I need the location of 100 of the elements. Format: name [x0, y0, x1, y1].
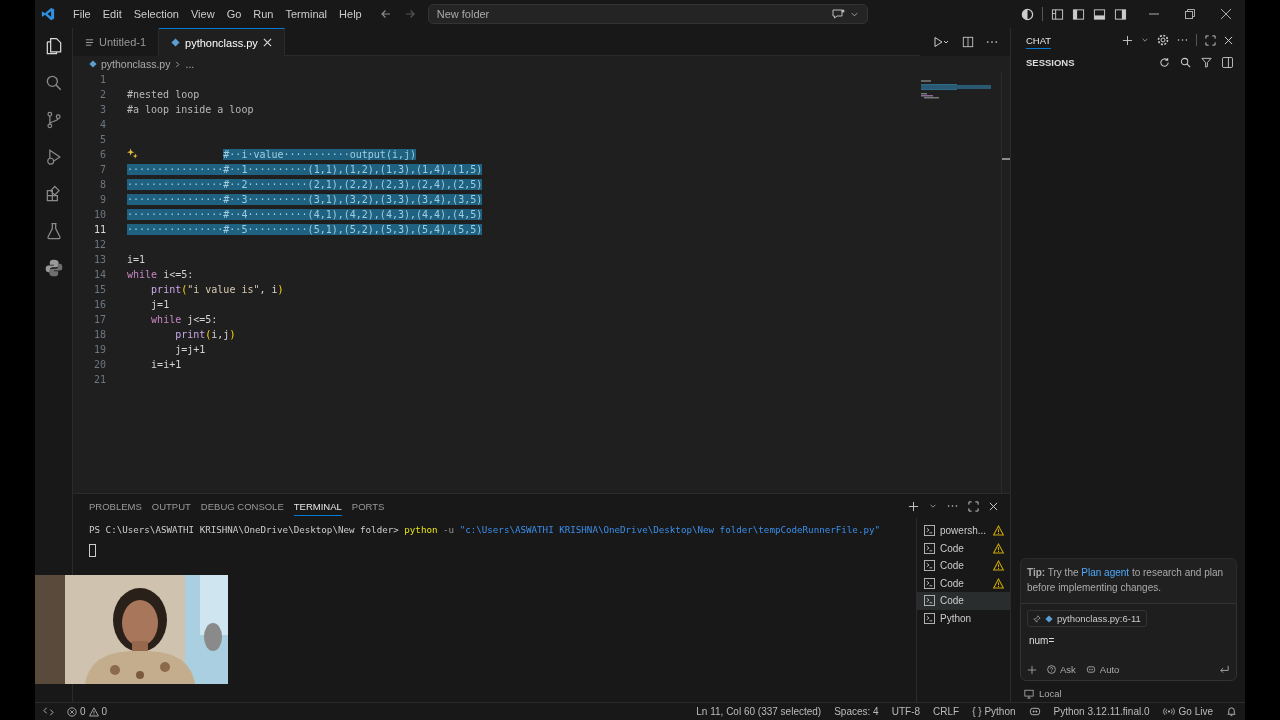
terminal-icon	[924, 560, 935, 572]
help-circle-icon	[1047, 665, 1056, 674]
line-number: 14	[92, 268, 107, 282]
remote-icon[interactable]	[43, 706, 54, 717]
warning-icon	[88, 706, 99, 717]
terminal-session[interactable]: powersh...	[917, 522, 1010, 540]
problems-status[interactable]: 0 0	[67, 706, 108, 717]
sidebar-toggle-icon[interactable]	[1072, 7, 1085, 21]
model-picker[interactable]: Auto	[1085, 664, 1120, 675]
close-icon[interactable]	[989, 501, 998, 511]
sessions-heading: SESSIONS	[1026, 56, 1075, 68]
chat-bubble-icon[interactable]	[831, 8, 846, 20]
menu-item[interactable]: Terminal	[279, 8, 334, 20]
location-picker[interactable]: Local	[1020, 681, 1237, 702]
code-line: j=j+1	[174, 343, 206, 357]
restore-icon[interactable]	[1185, 9, 1195, 19]
line-number: 7	[98, 163, 107, 177]
search-icon[interactable]	[1180, 56, 1191, 68]
status-item[interactable]: CRLF	[933, 706, 960, 717]
two-tone-logo-icon[interactable]	[43, 258, 64, 278]
language-status[interactable]: { } Python	[972, 706, 1016, 717]
line-number: 19	[92, 343, 107, 357]
refresh-icon[interactable]	[1159, 56, 1170, 68]
chevron-down-icon[interactable]	[929, 502, 937, 510]
panel-tab[interactable]: TERMINAL	[293, 496, 342, 516]
menu-item[interactable]: Help	[333, 8, 368, 20]
code-line: print("i value is", i)	[150, 283, 284, 297]
go-live-button[interactable]: Go Live	[1162, 706, 1213, 717]
attachment-chip[interactable]: pythonclass.py:6-11	[1027, 610, 1147, 627]
terminal-cursor	[89, 544, 96, 557]
plus-icon[interactable]	[908, 500, 919, 512]
line-number: 21	[92, 373, 107, 387]
terminal-session[interactable]: Code	[917, 592, 1010, 610]
breadcrumb-item[interactable]: ...	[185, 58, 195, 70]
monitor-icon	[1024, 688, 1034, 699]
breadcrumb-item[interactable]: pythonclass.py	[101, 58, 171, 70]
status-item[interactable]: Ln 11, Col 60 (337 selected)	[696, 706, 822, 717]
terminal-icon	[924, 525, 935, 537]
chevron-down-icon[interactable]	[1141, 36, 1149, 44]
terminal-session[interactable]: Code	[917, 539, 1010, 557]
pin-icon	[1033, 614, 1041, 623]
half-circle-icon[interactable]	[1021, 7, 1034, 21]
line-number: 13	[92, 253, 107, 267]
line-number: 6	[98, 148, 107, 162]
terminal-session[interactable]: Code	[917, 557, 1010, 575]
bell-icon[interactable]	[1226, 706, 1237, 717]
panel-tab[interactable]: DEBUG CONSOLE	[200, 497, 284, 515]
menu-item[interactable]: View	[184, 8, 221, 20]
menu-item[interactable]: Go	[220, 8, 248, 20]
panel-toggle-icon[interactable]	[1093, 7, 1106, 21]
secondary-sidebar-icon[interactable]	[1114, 7, 1127, 21]
line-number: 1	[98, 73, 107, 87]
error-icon	[67, 706, 77, 717]
status-item[interactable]: Spaces: 4	[834, 706, 879, 717]
search-field[interactable]: New folder	[427, 4, 868, 24]
terminal-icon	[924, 612, 935, 624]
menu-item[interactable]: Selection	[127, 8, 185, 20]
mode-picker[interactable]: Ask	[1047, 664, 1076, 675]
interpreter-status[interactable]: Python 3.12.11.final.0	[1053, 706, 1150, 717]
menu-item[interactable]: File	[67, 8, 97, 20]
run-icon[interactable]	[932, 36, 950, 48]
maximize-icon[interactable]	[968, 500, 979, 512]
line-number: 10	[92, 208, 107, 222]
file-type-icon	[171, 38, 181, 47]
terminal-session[interactable]: Python	[917, 609, 1010, 627]
back-arrow-icon[interactable]	[379, 8, 392, 20]
status-item[interactable]: UTF-8	[891, 706, 921, 717]
plus-icon[interactable]	[1027, 664, 1037, 675]
code-line: while i<=5:	[127, 268, 194, 282]
panel-tab[interactable]: OUTPUT	[151, 497, 191, 515]
menu-item[interactable]: Run	[247, 8, 280, 20]
chat-input[interactable]: pythonclass.py:6-11 num= Ask Auto	[1020, 603, 1237, 681]
file-type-icon	[89, 60, 97, 68]
plus-icon[interactable]	[1122, 34, 1133, 46]
terminal-icon	[924, 542, 935, 554]
sparkle-icon[interactable]	[127, 148, 138, 159]
terminal-session[interactable]: Code	[917, 574, 1010, 592]
panel-tab[interactable]: PROBLEMS	[89, 497, 142, 515]
lines-icon	[85, 37, 94, 47]
more-icon[interactable]	[986, 40, 998, 44]
settings-icon[interactable]	[1157, 34, 1169, 46]
line-number: 20	[92, 358, 107, 372]
panel-tab[interactable]: PORTS	[351, 497, 385, 515]
split-editor-icon[interactable]	[962, 36, 974, 48]
sidebar-toggle-icon[interactable]	[1222, 56, 1233, 68]
filter-icon[interactable]	[1201, 56, 1212, 68]
robot-icon	[1085, 665, 1096, 674]
chat-tab[interactable]: CHAT	[1026, 31, 1052, 49]
menu-item[interactable]: Edit	[96, 8, 128, 20]
code-line: j=1	[150, 298, 170, 312]
layout-icon[interactable]	[1051, 7, 1064, 21]
robot-icon[interactable]	[1028, 706, 1041, 717]
editor-tab[interactable]: pythonclass.py	[159, 28, 285, 56]
line-number: 4	[98, 118, 107, 132]
close-icon[interactable]	[1224, 35, 1233, 45]
close-icon[interactable]	[1221, 9, 1231, 19]
plan-agent-link[interactable]: Plan agent	[1081, 567, 1130, 578]
maximize-icon[interactable]	[1205, 34, 1216, 46]
send-icon[interactable]	[1219, 664, 1230, 675]
terminal-line: PS C:\Users\ASWATHI KRISHNA\OneDrive\Desktop\New folder> python -u "c:\Users\ASWATHI KRISHNA\OneDrive\Desktop\New folder\tempCodeRunnerFile.py"	[89, 523, 882, 537]
